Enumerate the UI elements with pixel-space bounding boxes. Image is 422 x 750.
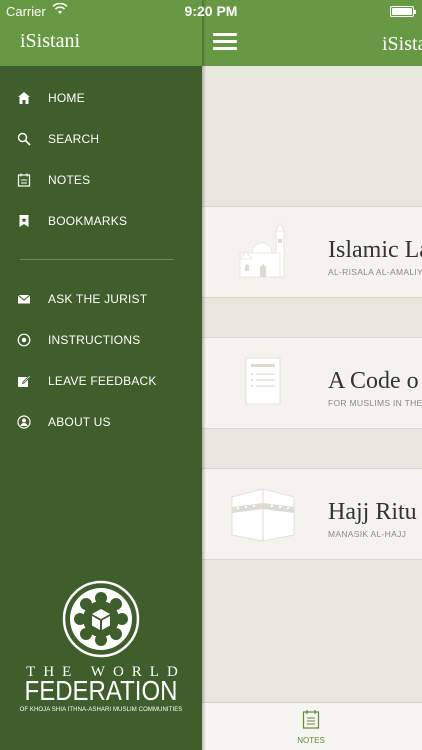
menu-item-label: BOOKMARKS [48,213,128,228]
federation-emblem-icon [62,580,140,658]
book-subtitle: MANASIK AL-HAJJ [328,529,407,539]
tab-notes[interactable]: NOTES [286,709,336,745]
status-bar: Carrier 9:20 PM [0,0,422,22]
main-app-title: iSistani [382,33,422,55]
person-icon [0,414,48,429]
side-menu: iSistani HOME SEARCH NOTES BOOKMARKS ASK… [0,0,202,750]
hamburger-menu-icon[interactable] [213,33,237,51]
menu-item-label: NOTES [48,172,91,187]
menu-item-label: HOME [48,90,85,105]
menu-item-home[interactable]: HOME [0,77,202,118]
menu-item-label: LEAVE FEEDBACK [48,373,157,388]
mosque-icon [232,221,294,283]
bookmark-icon [0,214,48,228]
book-title: A Code o [328,368,419,394]
menu-item-label: ABOUT US [48,414,111,429]
book-title: Hajj Ritu [328,499,417,525]
home-icon [0,91,48,105]
main-content: iSistani Islamic La AL-RISALA AL-AMAL [202,0,422,750]
clock: 9:20 PM [184,3,238,19]
sidebar-app-title: iSistani [20,30,81,52]
menu-item-label: SEARCH [48,131,100,146]
envelope-icon [0,292,48,306]
tab-bar: NOTES [202,702,422,750]
book-title: Islamic La [328,237,422,263]
menu-item-about-us[interactable]: ABOUT US [0,401,202,442]
book-card-code-of-practice[interactable]: A Code o FOR MUSLIMS IN THE W [202,337,422,429]
menu-divider [20,259,174,260]
menu-item-instructions[interactable]: INSTRUCTIONS [0,319,202,360]
side-menu-list: HOME SEARCH NOTES BOOKMARKS ASK THE JURI… [0,77,202,442]
document-icon [232,352,294,414]
drawer-edge-shadow [202,0,206,750]
menu-item-notes[interactable]: NOTES [0,159,202,200]
menu-item-label: INSTRUCTIONS [48,332,141,347]
logo-text-communities: OF KHOJA SHIA ITHNA-ASHARI MUSLIM COMMUN… [19,707,183,713]
notes-icon [0,173,48,187]
target-icon [0,333,48,347]
book-card-islamic-laws[interactable]: Islamic La AL-RISALA AL-AMALIYY [202,206,422,298]
book-subtitle: AL-RISALA AL-AMALIYY [328,267,422,277]
battery-icon [390,6,416,17]
search-icon [0,132,48,146]
notes-tab-icon [302,710,320,729]
menu-item-bookmarks[interactable]: BOOKMARKS [0,200,202,241]
menu-item-label: ASK THE JURIST [48,291,148,306]
logo-text-federation: FEDERATION [24,675,178,707]
menu-item-search[interactable]: SEARCH [0,118,202,159]
edit-icon [0,374,48,388]
book-card-hajj-rituals[interactable]: Hajj Ritu MANASIK AL-HAJJ [202,468,422,560]
world-federation-logo: THE WORLD FEDERATION OF KHOJA SHIA ITHNA… [0,580,202,713]
book-subtitle: FOR MUSLIMS IN THE W [328,398,422,408]
tab-notes-label: NOTES [297,736,325,745]
kaaba-icon [228,483,298,545]
menu-item-leave-feedback[interactable]: LEAVE FEEDBACK [0,360,202,401]
menu-item-ask-the-jurist[interactable]: ASK THE JURIST [0,278,202,319]
